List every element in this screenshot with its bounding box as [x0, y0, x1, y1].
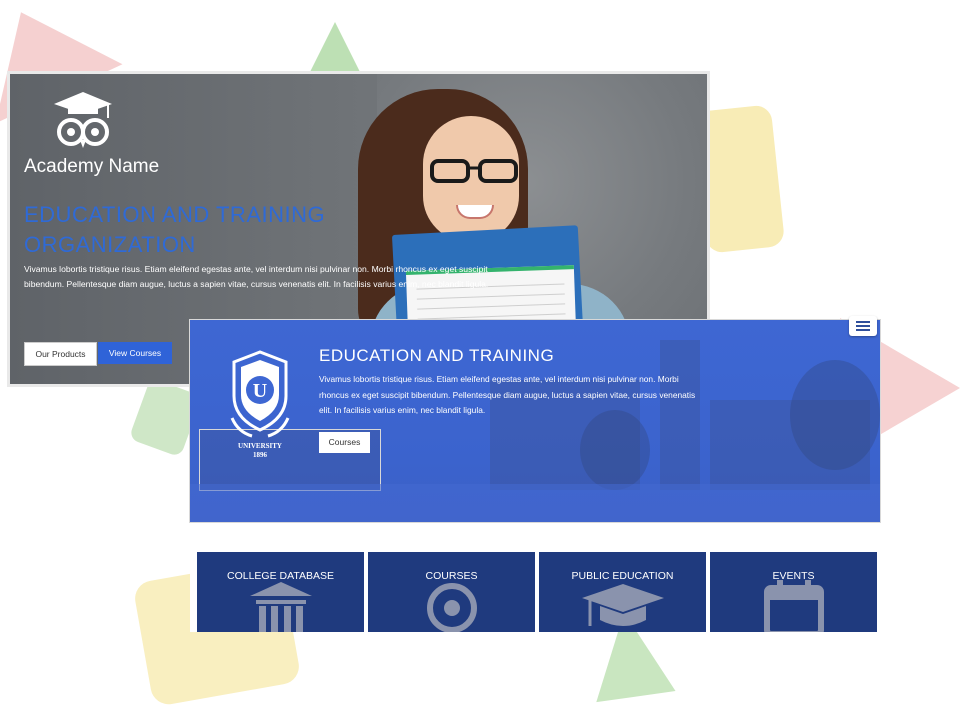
tile-label: COLLEGE DATABASE — [227, 570, 334, 582]
decorative-triangle-green — [305, 22, 365, 82]
tile-public-education[interactable]: PUBLIC EDUCATION — [539, 552, 706, 632]
academy-name: Academy Name — [24, 156, 160, 177]
hero-university-banner: U UNIVERSITY 1896 EDUCATION AND TRAINING… — [190, 320, 880, 522]
crest-year: 1896 — [253, 451, 268, 458]
feature-tiles: COLLEGE DATABASE COURSES PUBLIC EDUCATIO… — [190, 552, 880, 632]
campus-tree — [580, 410, 650, 490]
glasses-shape — [430, 159, 518, 183]
tile-label: EVENTS — [772, 570, 815, 582]
tile-label: PUBLIC EDUCATION — [571, 570, 674, 582]
tile-events[interactable]: EVENTS — [710, 552, 877, 632]
hamburger-menu-icon[interactable] — [849, 316, 877, 336]
hero1-body-text: Vivamus lobortis tristique risus. Etiam … — [24, 264, 489, 289]
target-icon — [426, 583, 477, 632]
hero1-heading: EDUCATION AND TRAINING ORGANIZATION — [24, 202, 326, 257]
building-columns-icon — [249, 582, 312, 632]
university-crest-icon: U UNIVERSITY 1896 — [230, 350, 290, 458]
hero2-body-text: Vivamus lobortis tristique risus. Etiam … — [319, 374, 696, 416]
tile-college-database[interactable]: COLLEGE DATABASE — [197, 552, 364, 632]
graduation-cap-icon — [581, 584, 664, 626]
tile-label: COURSES — [425, 570, 478, 582]
calendar-icon — [763, 580, 824, 632]
campus-tree — [790, 360, 880, 470]
our-products-button[interactable]: Our Products — [24, 342, 97, 366]
campus-lawn — [190, 484, 880, 522]
owl-graduation-cap-icon — [54, 92, 112, 148]
view-courses-button[interactable]: View Courses — [98, 342, 172, 364]
courses-button[interactable]: Courses — [319, 432, 370, 453]
hero2-heading: EDUCATION AND TRAINING — [319, 346, 555, 365]
crest-letter: U — [253, 380, 267, 402]
tile-courses[interactable]: COURSES — [368, 552, 535, 632]
crest-text: UNIVERSITY — [238, 442, 282, 450]
